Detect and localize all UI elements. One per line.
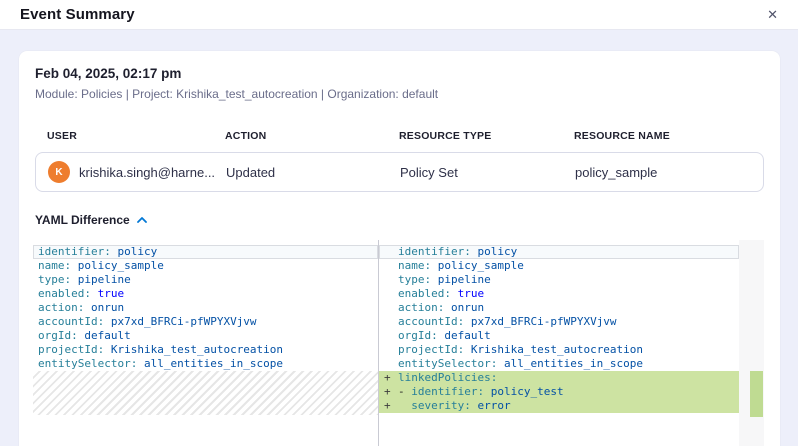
diff-line: entitySelector: all_entities_in_scope [379, 357, 739, 371]
diff-line: type: pipeline [33, 273, 378, 287]
diff-added-line: + severity: error [379, 399, 739, 413]
diff-line: accountId: px7xd_BFRCi-pfWPYXVjvw [33, 315, 378, 329]
diff-pane-original[interactable]: identifier: policyname: policy_sampletyp… [33, 240, 379, 446]
diff-line: type: pipeline [379, 273, 739, 287]
resource-name-cell: policy_sample [575, 165, 763, 180]
event-table-header: USERACTIONRESOURCE TYPERESOURCE NAME [35, 130, 764, 142]
modal-header: Event Summary ✕ [0, 0, 798, 30]
yaml-difference-toggle[interactable]: YAML Difference [35, 213, 147, 227]
diff-line: action: onrun [379, 301, 739, 315]
modal-body: Feb 04, 2025, 02:17 pm Module: Policies … [0, 30, 798, 446]
diff-added-line: +linkedPolicies: [379, 371, 739, 385]
diff-added-line: +- identifier: policy_test [379, 385, 739, 399]
diff-line: name: policy_sample [33, 259, 378, 273]
action-cell: Updated [226, 165, 400, 180]
diff-line: action: onrun [33, 301, 378, 315]
diff-line: enabled: true [33, 287, 378, 301]
page-title: Event Summary [20, 6, 135, 23]
yaml-diff-editor[interactable]: identifier: policyname: policy_sampletyp… [33, 240, 765, 446]
column-header: ACTION [225, 130, 399, 142]
diff-line: projectId: Krishika_test_autocreation [33, 343, 378, 357]
diff-line: identifier: policy [379, 245, 739, 259]
diff-line: orgId: default [33, 329, 378, 343]
yaml-difference-label: YAML Difference [35, 213, 130, 227]
close-icon[interactable]: ✕ [763, 6, 782, 23]
column-header: USER [47, 130, 225, 142]
event-scope-breadcrumb: Module: Policies | Project: Krishika_tes… [35, 87, 764, 101]
event-card: Feb 04, 2025, 02:17 pm Module: Policies … [19, 51, 780, 446]
diff-added-marker [750, 371, 763, 417]
diff-pane-modified[interactable]: identifier: policyname: policy_sampletyp… [379, 240, 739, 446]
diff-line: orgId: default [379, 329, 739, 343]
diff-line: accountId: px7xd_BFRCi-pfWPYXVjvw [379, 315, 739, 329]
diff-placeholder-hatch [33, 371, 378, 415]
chevron-up-icon [137, 217, 147, 223]
event-table-row: K krishika.singh@harne... Updated Policy… [35, 152, 764, 192]
diff-line: entitySelector: all_entities_in_scope [33, 357, 378, 371]
diff-line: enabled: true [379, 287, 739, 301]
user-email: krishika.singh@harne... [79, 165, 215, 180]
user-cell: K krishika.singh@harne... [48, 161, 226, 183]
diff-line: name: policy_sample [379, 259, 739, 273]
diff-line: projectId: Krishika_test_autocreation [379, 343, 739, 357]
diff-overview-ruler[interactable] [739, 240, 764, 446]
column-header: RESOURCE TYPE [399, 130, 574, 142]
resource-type-cell: Policy Set [400, 165, 575, 180]
avatar: K [48, 161, 70, 183]
diff-line: identifier: policy [33, 245, 378, 259]
event-timestamp: Feb 04, 2025, 02:17 pm [35, 66, 764, 81]
column-header: RESOURCE NAME [574, 130, 764, 142]
